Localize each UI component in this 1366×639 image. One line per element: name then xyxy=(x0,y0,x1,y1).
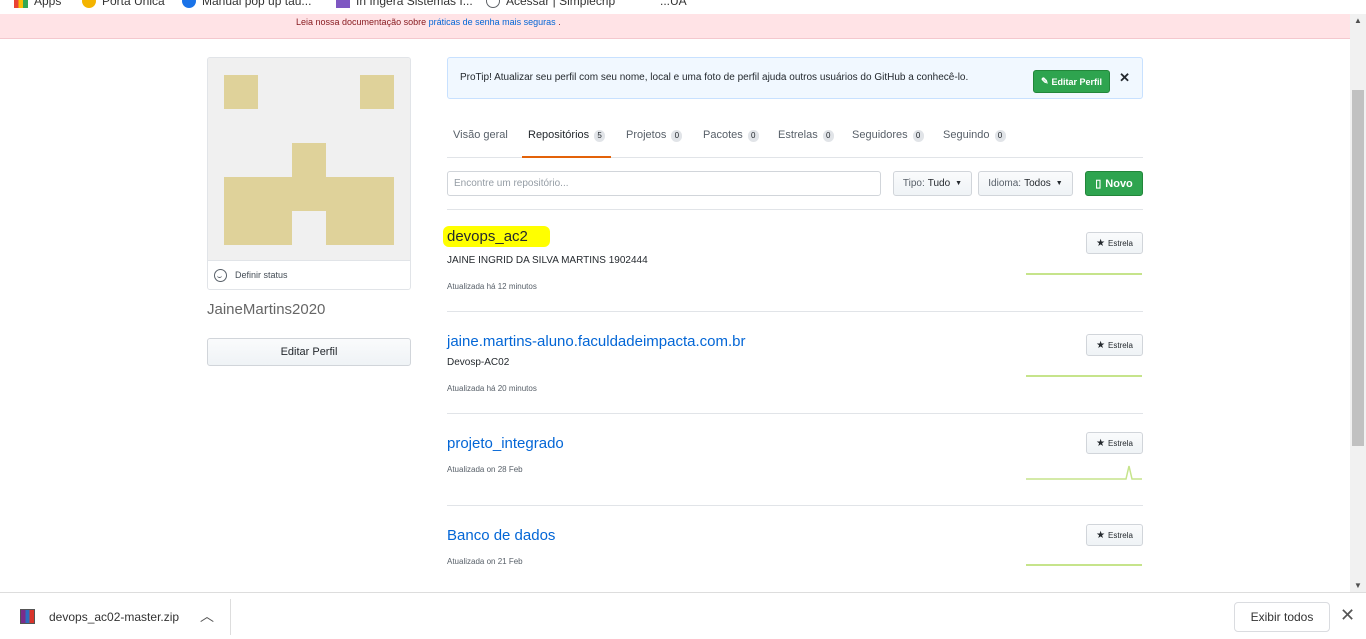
bookmark-site-icon xyxy=(640,0,654,8)
repo-description: JAINE INGRID DA SILVA MARTINS 1902444 xyxy=(447,255,648,266)
flash-link[interactable]: práticas de senha mais seguras xyxy=(429,17,556,27)
repo-name-link[interactable]: devops_ac2 xyxy=(443,226,550,247)
repo-updated: Atualizada on 28 Feb xyxy=(447,465,523,474)
star-button[interactable]: ★ Estrela xyxy=(1086,334,1143,356)
activity-sparkline xyxy=(1026,564,1142,566)
globe-icon xyxy=(486,0,500,8)
repo-list-item: jaine.martins-aluno.faculdadeimpacta.com… xyxy=(447,312,1143,414)
activity-sparkline xyxy=(1026,375,1142,377)
language-filter-dropdown[interactable]: Idioma: Todos ▼ xyxy=(978,171,1073,196)
caret-down-icon: ▼ xyxy=(955,180,963,187)
tab-repositories[interactable]: Repositórios 5 xyxy=(522,129,612,158)
set-status[interactable]: Definir status xyxy=(208,260,410,289)
type-filter-dropdown[interactable]: Tipo: Tudo ▼ xyxy=(893,171,972,196)
protip-label: ProTip! xyxy=(460,72,492,83)
protip-text: Atualizar seu perfil com seu nome, local… xyxy=(494,72,969,83)
tab-projects[interactable]: Projetos 0 xyxy=(626,129,683,158)
protip-edit-profile-button[interactable]: ✎ Editar Perfil xyxy=(1033,70,1110,93)
tab-count: 0 xyxy=(747,130,759,142)
bookmark-ua[interactable]: ...UA xyxy=(640,0,687,8)
bookmark-ingera[interactable]: In Ingera Sistemas I... xyxy=(336,0,473,8)
bookmark-site-icon xyxy=(336,0,350,8)
set-status-label: Definir status xyxy=(235,270,288,280)
bookmark-manual[interactable]: Manual pop up tau... xyxy=(182,0,311,8)
tab-packages[interactable]: Pacotes 0 xyxy=(703,129,759,158)
close-icon[interactable]: ✕ xyxy=(1340,605,1355,626)
scroll-up-icon[interactable]: ▲ xyxy=(1354,16,1362,25)
repo-updated: Atualizada on 21 Feb xyxy=(447,557,523,566)
repo-name-link[interactable]: jaine.martins-aluno.faculdadeimpacta.com… xyxy=(447,333,745,350)
tab-stars[interactable]: Estrelas 0 xyxy=(778,129,834,158)
bookmark-apps[interactable]: Apps xyxy=(14,0,61,8)
repo-updated: Atualizada há 20 minutos xyxy=(447,384,537,393)
edit-profile-button[interactable]: Editar Perfil xyxy=(207,338,411,366)
repo-list-item: projeto_integrado Atualizada on 28 Feb ★… xyxy=(447,414,1143,506)
repo-updated: Atualizada há 12 minutos xyxy=(447,282,537,291)
profile-username: JaineMartins2020 xyxy=(207,301,326,318)
flash-text: Leia nossa documentação sobre xyxy=(296,17,427,27)
pencil-icon: ✎ xyxy=(1040,76,1049,86)
tab-count: 0 xyxy=(671,130,683,142)
page-scrollbar[interactable]: ▲ ▼ xyxy=(1350,14,1366,592)
avatar[interactable]: Definir status xyxy=(207,57,411,290)
caret-down-icon: ▼ xyxy=(1055,180,1063,187)
scroll-down-icon[interactable]: ▼ xyxy=(1354,581,1362,590)
show-all-downloads-button[interactable]: Exibir todos xyxy=(1234,602,1330,632)
zip-file-icon xyxy=(20,609,35,624)
tab-followers[interactable]: Seguidores 0 xyxy=(852,129,924,158)
download-item[interactable]: devops_ac02-master.zip xyxy=(20,609,179,624)
download-filename: devops_ac02-master.zip xyxy=(49,609,180,624)
tab-count: 0 xyxy=(994,130,1006,142)
divider xyxy=(230,599,231,635)
profile-tabs: Visão geral Repositórios 5 Projetos 0 Paco… xyxy=(447,124,1143,158)
star-button[interactable]: ★ Estrela xyxy=(1086,432,1143,454)
scrollbar-thumb[interactable] xyxy=(1352,90,1364,446)
star-button[interactable]: ★ Estrela xyxy=(1086,232,1143,254)
tab-count: 5 xyxy=(594,130,606,142)
activity-sparkline xyxy=(1026,465,1142,480)
flash-suffix: . xyxy=(558,17,561,27)
repo-list-item: devops_ac2 JAINE INGRID DA SILVA MARTINS… xyxy=(443,210,1143,312)
identicon-image xyxy=(208,58,410,262)
flash-message: Leia nossa documentação sobre práticas d… xyxy=(0,14,1350,39)
repo-description: Devosp-AC02 xyxy=(447,357,510,368)
bookmark-porta-unica[interactable]: Porta Unica xyxy=(82,0,165,8)
repo-name-link[interactable]: Banco de dados xyxy=(447,527,555,544)
repo-list-item: Banco de dados Atualizada on 21 Feb ★ Est… xyxy=(447,506,1143,592)
star-icon: ★ xyxy=(1096,529,1106,541)
activity-sparkline xyxy=(1026,273,1142,275)
bookmark-site-icon xyxy=(182,0,196,8)
tab-count: 0 xyxy=(912,130,924,142)
smiley-icon xyxy=(214,268,227,282)
apps-icon xyxy=(14,0,28,8)
tab-following[interactable]: Seguindo 0 xyxy=(943,129,1006,158)
repo-filter-bar: Tipo: Tudo ▼ Idioma: Todos ▼ ▯ Novo xyxy=(447,171,1143,210)
new-repo-button[interactable]: ▯ Novo xyxy=(1085,171,1143,196)
repo-search-input[interactable] xyxy=(447,171,881,196)
tab-count: 0 xyxy=(822,130,834,142)
repo-name-link[interactable]: projeto_integrado xyxy=(447,435,564,452)
star-icon: ★ xyxy=(1096,339,1106,351)
repo-icon: ▯ xyxy=(1095,178,1102,190)
close-icon[interactable]: ✕ xyxy=(1119,70,1130,86)
download-bar: devops_ac02-master.zip ︿ Exibir todos ✕ xyxy=(0,592,1366,639)
bookmark-simplecrip[interactable]: Acessar | Simplecrip xyxy=(486,0,615,8)
star-icon: ★ xyxy=(1096,237,1106,249)
star-icon: ★ xyxy=(1096,437,1106,449)
bookmarks-bar: Apps Porta Unica Manual pop up tau... In… xyxy=(0,0,1366,14)
protip-banner: ProTip! Atualizar seu perfil com seu nom… xyxy=(447,57,1143,99)
chevron-up-icon[interactable]: ︿ xyxy=(200,606,214,626)
tab-overview[interactable]: Visão geral xyxy=(453,129,508,158)
star-button[interactable]: ★ Estrela xyxy=(1086,524,1143,546)
star-bookmark-icon xyxy=(82,0,96,8)
